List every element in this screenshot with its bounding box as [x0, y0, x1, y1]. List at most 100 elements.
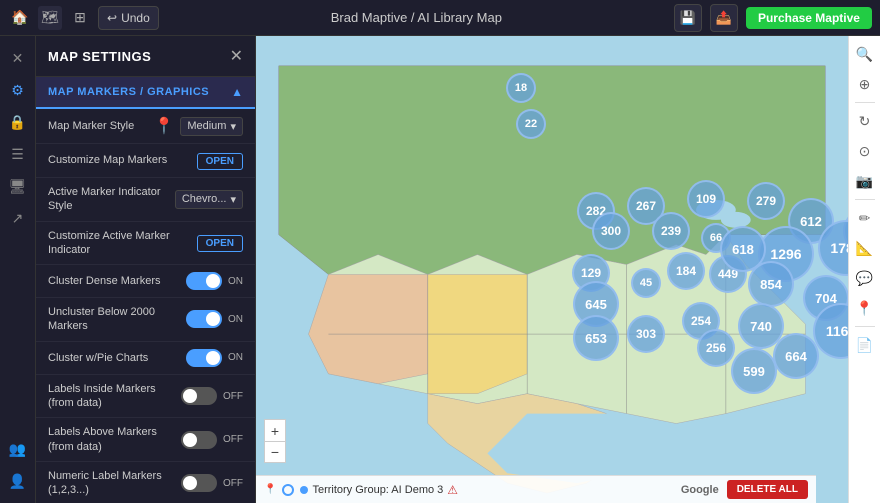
divider1 [855, 102, 875, 103]
clusters-container: 1822282267109279612708300239661296178723… [256, 36, 848, 503]
settings-close-button[interactable]: ✕ [230, 46, 243, 66]
active-marker-style-control: Chevro... ▾ [175, 190, 243, 209]
google-logo: Google [681, 484, 719, 496]
zoom-fit-icon[interactable]: ⊕ [851, 70, 879, 98]
territory-label: Territory Group: AI Demo 3 ⚠ [300, 483, 458, 497]
numeric-label-toggle[interactable] [181, 474, 217, 492]
marker-style-label: Map Marker Style [48, 119, 148, 133]
labels-above-toggle[interactable] [181, 431, 217, 449]
cluster-c28[interactable]: 303 [627, 315, 665, 353]
cluster-c19[interactable]: 184 [667, 252, 705, 290]
cluster-dense-toggle[interactable] [186, 272, 222, 290]
active-marker-dropdown[interactable]: Chevro... ▾ [175, 190, 243, 209]
cluster-c1[interactable]: 18 [506, 73, 536, 103]
zoom-in-button[interactable]: + [264, 419, 286, 441]
monitor-icon[interactable]: 🖥 [4, 172, 32, 200]
home-icon[interactable]: 🏠 [8, 6, 32, 30]
cluster-c10[interactable]: 239 [652, 212, 690, 250]
map-container[interactable]: 1822282267109279612708300239661296178723… [256, 36, 848, 503]
labels-inside-control: OFF [181, 387, 243, 405]
edit-icon[interactable]: ✏ [851, 204, 879, 232]
cluster-c34[interactable]: 664 [773, 333, 819, 379]
cluster-c37[interactable]: 618 [720, 226, 766, 272]
customize-markers-open-button[interactable]: OPEN [197, 153, 243, 170]
topbar-left: 🏠 🗺 ⊞ ↩ Undo [8, 6, 159, 30]
uncluster-label: Uncluster Below 2000 Markers [48, 305, 180, 334]
customize-markers-row: Customize Map Markers OPEN [36, 144, 255, 178]
divider3 [855, 326, 875, 327]
main-content: ✕ ⚙ 🔒 ☰ 🖥 ↗ 👥 👤 MAP SETTINGS ✕ MAP MARKE… [0, 36, 880, 503]
uncluster-row: Uncluster Below 2000 Markers ON [36, 298, 255, 342]
layers-icon[interactable]: ⚙ [4, 76, 32, 104]
map-pin-icon: 📍 [264, 484, 276, 495]
customize-markers-control: OPEN [197, 151, 243, 170]
page-title: Brad Maptive / AI Library Map [331, 10, 502, 25]
grid-icon[interactable]: ⊞ [68, 6, 92, 30]
cluster-dense-label: Cluster Dense Markers [48, 274, 180, 288]
share-icon[interactable]: 📤 [710, 4, 738, 32]
user-icon[interactable]: 👤 [4, 467, 32, 495]
share2-icon[interactable]: ↗ [4, 204, 32, 232]
uncluster-toggle[interactable] [186, 310, 222, 328]
map-bottom-right: Google DELETE ALL [681, 480, 808, 499]
section-tab-markers[interactable]: MAP MARKERS / GRAPHICS ▲ [36, 77, 255, 109]
cluster-c27[interactable]: 653 [573, 315, 619, 361]
labels-above-label: Labels Above Markers (from data) [48, 425, 175, 454]
chevron-down-icon: ▾ [230, 120, 236, 133]
uncluster-control: ON [186, 310, 243, 328]
topbar-right: 💾 📤 Purchase Maptive [674, 4, 872, 32]
settings-title: MAP SETTINGS [48, 49, 151, 64]
save-icon[interactable]: 💾 [674, 4, 702, 32]
user-group-icon[interactable]: 👥 [4, 435, 32, 463]
cluster-c2[interactable]: 22 [516, 109, 546, 139]
ruler-icon[interactable]: 📐 [851, 234, 879, 262]
cluster-pie-toggle[interactable] [186, 349, 222, 367]
labels-inside-toggle[interactable] [181, 387, 217, 405]
document-icon[interactable]: 📄 [851, 331, 879, 359]
active-marker-style-row: Active Marker Indicator Style Chevro... … [36, 178, 255, 222]
labels-inside-label: Labels Inside Markers (from data) [48, 382, 175, 411]
customize-active-marker-open-button[interactable]: OPEN [197, 235, 243, 252]
undo-icon: ↩ [107, 11, 117, 25]
territory-alert-icon: ⚠ [447, 483, 458, 497]
purchase-button[interactable]: Purchase Maptive [746, 7, 872, 29]
settings-panel: MAP SETTINGS ✕ MAP MARKERS / GRAPHICS ▲ … [36, 36, 256, 503]
section-tab-arrow-icon: ▲ [231, 85, 243, 99]
marker-style-dropdown[interactable]: Medium ▾ [180, 117, 243, 136]
customize-markers-label: Customize Map Markers [48, 153, 191, 167]
marker-style-row: Map Marker Style 📍 Medium ▾ [36, 109, 255, 144]
cluster-dense-row: Cluster Dense Markers ON [36, 265, 255, 298]
numeric-label-label: Numeric Label Markers (1,2,3...) [48, 469, 175, 498]
tools-icon[interactable]: ✕ [4, 44, 32, 72]
customize-active-marker-control: OPEN [197, 233, 243, 252]
camera-icon[interactable]: 📷 [851, 167, 879, 195]
cluster-c9[interactable]: 300 [592, 212, 630, 250]
lock-icon[interactable]: 🔒 [4, 108, 32, 136]
divider2 [855, 199, 875, 200]
numeric-label-row: Numeric Label Markers (1,2,3...) OFF [36, 462, 255, 503]
zoom-out-button[interactable]: − [264, 441, 286, 463]
cluster-c33[interactable]: 256 [697, 329, 735, 367]
search-icon[interactable]: 🔍 [851, 40, 879, 68]
refresh-icon[interactable]: ↻ [851, 107, 879, 135]
cluster-dense-control: ON [186, 272, 243, 290]
map-bottom-left: 📍 Territory Group: AI Demo 3 ⚠ [264, 483, 458, 497]
crosshair-icon[interactable]: ⊙ [851, 137, 879, 165]
location-icon[interactable]: 📍 [851, 294, 879, 322]
undo-button[interactable]: ↩ Undo [98, 6, 159, 30]
cluster-c5[interactable]: 109 [687, 180, 725, 218]
labels-above-control: OFF [181, 431, 243, 449]
map-zoom-controls: + − [264, 419, 286, 463]
cluster-c18[interactable]: 45 [631, 268, 661, 298]
labels-above-row: Labels Above Markers (from data) OFF [36, 418, 255, 462]
delete-all-button[interactable]: DELETE ALL [727, 480, 808, 499]
cluster-c6[interactable]: 279 [747, 182, 785, 220]
map-icon[interactable]: 🗺 [38, 6, 62, 30]
cluster-c35[interactable]: 599 [731, 348, 777, 394]
comment-icon[interactable]: 💬 [851, 264, 879, 292]
data-icon[interactable]: ☰ [4, 140, 32, 168]
left-iconbar: ✕ ⚙ 🔒 ☰ 🖥 ↗ 👥 👤 [0, 36, 36, 503]
topbar: 🏠 🗺 ⊞ ↩ Undo Brad Maptive / AI Library M… [0, 0, 880, 36]
settings-header: MAP SETTINGS ✕ [36, 36, 255, 77]
section-tab-label: MAP MARKERS / GRAPHICS [48, 86, 209, 98]
